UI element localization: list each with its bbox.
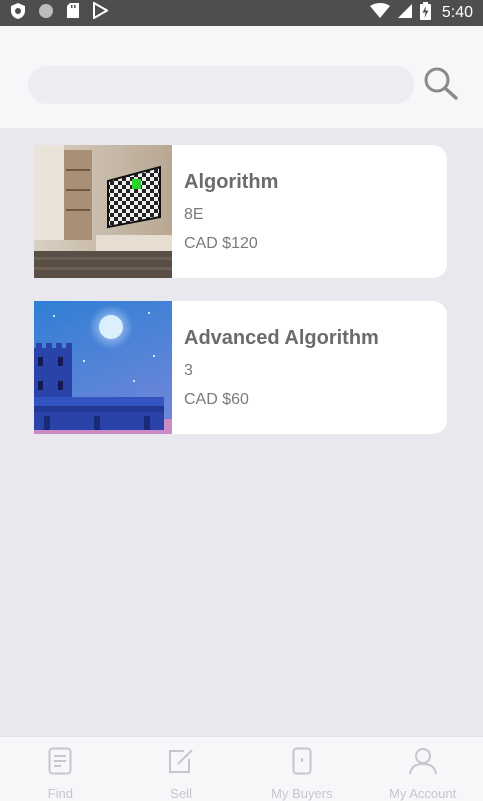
circle-icon <box>38 3 54 24</box>
listing-title: Algorithm <box>184 171 279 193</box>
listing-card[interactable]: Algorithm 8E CAD $120 <box>34 145 447 278</box>
listing-card[interactable]: Advanced Algorithm 3 CAD $60 <box>34 301 447 434</box>
play-store-icon <box>92 1 110 24</box>
search-input[interactable] <box>28 66 414 104</box>
edit-icon <box>167 746 195 776</box>
search-icon <box>422 66 460 105</box>
listing-title: Advanced Algorithm <box>184 327 379 349</box>
listing-subtitle: 3 <box>184 362 193 379</box>
listing-price: CAD $120 <box>184 235 258 252</box>
tab-find[interactable]: Find <box>0 737 121 801</box>
listing-subtitle: 8E <box>184 206 204 223</box>
tab-label: My Buyers <box>271 786 333 801</box>
tab-label: My Account <box>389 786 457 801</box>
shield-icon <box>10 2 26 25</box>
signal-icon <box>397 3 413 24</box>
wifi-icon <box>369 2 390 24</box>
document-icon <box>48 746 72 776</box>
living-room-tv-image <box>34 145 172 278</box>
battery-charging-icon <box>419 1 431 25</box>
sd-card-icon <box>66 2 80 24</box>
tab-my-account[interactable]: My Account <box>362 737 483 801</box>
user-icon <box>408 746 438 776</box>
phone-icon <box>292 746 312 776</box>
status-time: 5:40 <box>441 4 473 21</box>
tab-my-buyers[interactable]: My Buyers <box>242 737 363 801</box>
tab-sell[interactable]: Sell <box>121 737 242 801</box>
night-castle-image <box>34 301 172 434</box>
search-button[interactable] <box>420 66 462 104</box>
listing-price: CAD $60 <box>184 391 249 408</box>
tab-label: Sell <box>170 786 192 801</box>
tab-label: Find <box>47 786 74 801</box>
search-header <box>0 26 483 128</box>
status-bar: 5:40 <box>0 0 483 26</box>
bottom-tab-bar: Find Sell My Buyers My Account <box>0 736 483 801</box>
